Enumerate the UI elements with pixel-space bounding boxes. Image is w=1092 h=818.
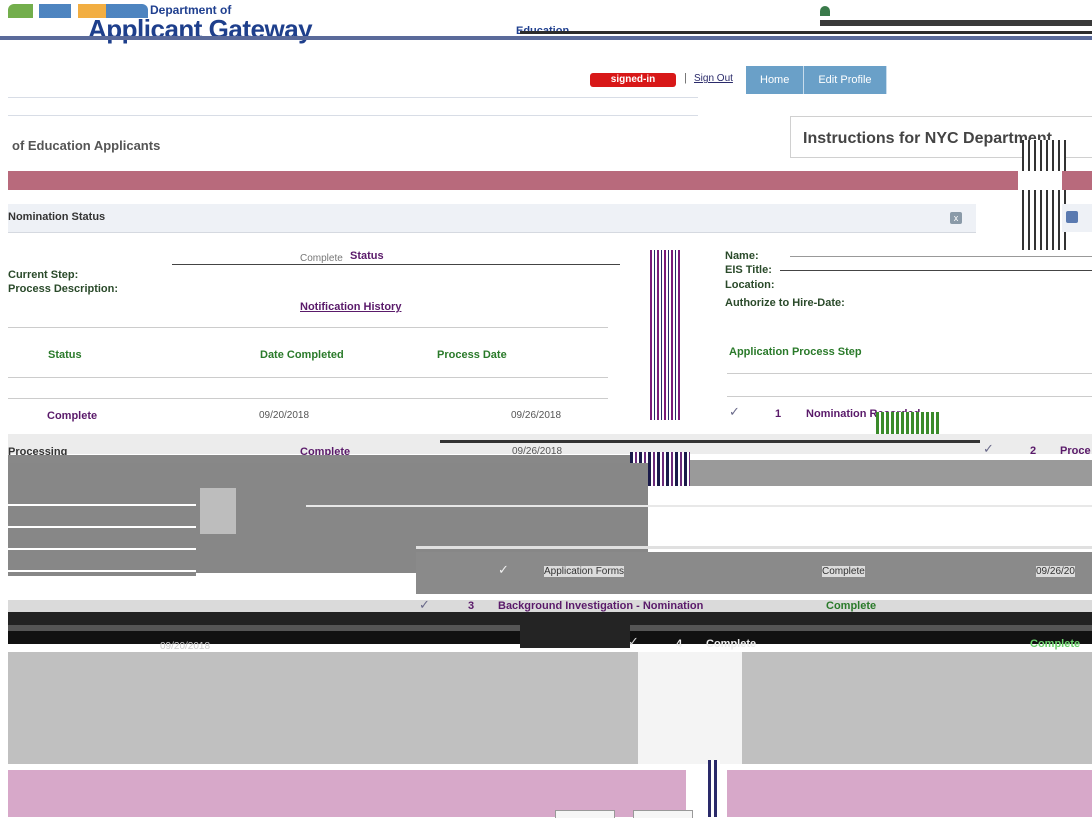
render-artifact	[742, 652, 1092, 764]
step-name: Complete	[706, 638, 757, 650]
step-name: Proce	[1060, 445, 1091, 457]
section-bar-gap	[1018, 171, 1062, 190]
right-panel-artifact	[1022, 140, 1066, 250]
status-heading: Status	[350, 250, 384, 262]
divider	[306, 505, 1092, 507]
nomination-header	[8, 204, 976, 233]
user-badge: signed-in	[590, 73, 676, 87]
header-divider	[0, 36, 1092, 40]
render-artifact	[416, 552, 1092, 594]
tab-edit-profile[interactable]: Edit Profile	[804, 66, 887, 94]
name-label: Name:	[725, 250, 759, 262]
checkmark-icon: ✓	[729, 404, 740, 419]
step-status: Complete	[1030, 638, 1081, 650]
step-name: Application Forms	[544, 566, 625, 577]
nomination-title: Nomination Status	[8, 211, 106, 223]
step-number: 2	[1030, 445, 1037, 457]
divider	[8, 327, 608, 328]
location-label: Location:	[725, 279, 775, 291]
name-line	[790, 256, 1092, 257]
nav-separator: |	[684, 72, 687, 84]
render-artifact	[200, 488, 236, 534]
column-header-process-date: Process Date	[437, 349, 507, 361]
panel-rule	[8, 115, 698, 116]
table-cell-status: Complete	[47, 410, 98, 422]
step-date: 09/26/20	[1036, 566, 1075, 577]
left-panel-title: of Education Applicants	[12, 138, 161, 153]
step-number: 1	[775, 408, 782, 420]
authorize-hire-date-label: Authorize to Hire-Date:	[725, 297, 845, 309]
calendar-icon[interactable]	[1066, 211, 1078, 223]
row-band-line	[440, 440, 980, 443]
tab-home[interactable]: Home	[746, 66, 805, 94]
notification-history-link[interactable]: Notification History	[300, 301, 401, 313]
render-artifact	[650, 250, 682, 420]
step-status: Complete	[822, 566, 865, 577]
right-panel-title: Instructions for NYC Department	[803, 130, 1052, 147]
checkmark-icon: ✓	[628, 634, 639, 649]
nav-tabs: Home Edit Profile	[746, 66, 887, 94]
status-value: Complete	[300, 253, 343, 264]
render-artifact	[8, 496, 196, 576]
header-band	[820, 20, 1092, 26]
divider	[727, 396, 1092, 397]
step-number: 3	[468, 600, 475, 612]
section-bar	[8, 171, 1092, 190]
table-cell-date: 09/20/2018	[259, 410, 310, 421]
close-icon[interactable]: x	[950, 212, 962, 224]
table-cell-process-date: 09/26/2018	[511, 410, 562, 421]
divider	[727, 373, 1092, 374]
render-artifact	[8, 652, 638, 764]
checkmark-icon: ✓	[419, 597, 430, 612]
header-divider-secondary	[520, 31, 1092, 34]
process-description-label: Process Description:	[8, 283, 119, 295]
divider	[416, 546, 1092, 549]
eis-title-label: EIS Title:	[725, 264, 772, 276]
footer-band	[727, 770, 1092, 817]
application-process-step-heading: Application Process Step	[729, 346, 862, 358]
render-artifact	[690, 460, 1092, 486]
column-header-status: Status	[48, 349, 82, 361]
checkmark-icon: ✓	[983, 441, 994, 456]
render-artifact	[520, 612, 630, 648]
render-artifact	[638, 652, 742, 764]
render-artifact	[708, 760, 720, 817]
step-status: Complete	[826, 600, 877, 612]
step-name: Background Investigation - Nomination	[498, 600, 704, 612]
status-line	[172, 264, 620, 265]
render-artifact	[8, 455, 648, 463]
checkmark-icon: ✓	[498, 562, 509, 577]
divider	[8, 398, 608, 399]
current-step-label: Current Step:	[8, 269, 79, 281]
divider	[8, 377, 608, 378]
row-date: 09/20/2018	[160, 641, 211, 652]
column-header-date-completed: Date Completed	[260, 349, 344, 361]
header-ornament-icon	[820, 6, 830, 16]
step-number: 4	[676, 638, 683, 650]
eis-line	[780, 270, 1092, 271]
signout-link[interactable]: Sign Out	[694, 73, 733, 84]
